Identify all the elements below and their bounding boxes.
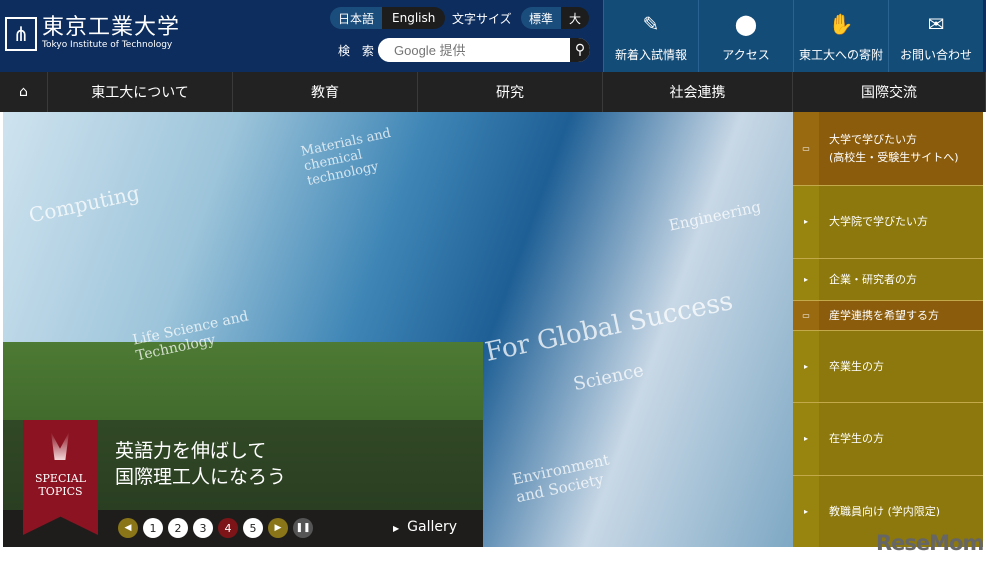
audience-sublabel: (高校生・受験生サイトへ)	[829, 150, 959, 164]
home-icon: ⌂	[19, 84, 28, 100]
overlay-word: Engineering	[667, 197, 763, 235]
quick-links: ✎ 新着入試情報 ⬤ アクセス ✋ 東工大への寄附 ✉ お問い合わせ	[603, 0, 983, 72]
quick-link-admissions[interactable]: ✎ 新着入試情報	[603, 0, 698, 72]
slide-dot-2[interactable]: 2	[168, 518, 188, 538]
badge-line: SPECIAL	[35, 472, 86, 485]
audience-label: 産学連携を希望する方	[829, 308, 939, 322]
search-box: ⚲	[378, 38, 590, 62]
quick-link-donation[interactable]: ✋ 東工大への寄附	[793, 0, 888, 72]
nav-research[interactable]: 研究	[418, 72, 603, 112]
quick-link-label: 東工大への寄附	[798, 48, 883, 62]
audience-label: 在学生の方	[829, 432, 884, 445]
pencil-icon: ✎	[642, 12, 660, 36]
nav-international[interactable]: 国際交流	[793, 72, 986, 112]
spotlight-icon	[51, 432, 69, 460]
map-pin-icon: ⬤	[734, 12, 758, 36]
audience-item-undergrad[interactable]: ▭ 大学で学びたい方 (高校生・受験生サイトへ)	[793, 112, 983, 186]
slide-title-line: 国際理工人になろう	[115, 466, 287, 488]
quick-link-label: お問い合わせ	[899, 48, 972, 62]
pause-button[interactable]: ❚❚	[293, 518, 313, 538]
triangle-right-icon: ▸	[793, 403, 819, 475]
slide-dot-4[interactable]: 4	[218, 518, 238, 538]
audience-label: 大学院で学びたい方	[829, 215, 928, 228]
slide-pager: ◀ 1 2 3 4 5 ▶ ❚❚	[118, 518, 313, 538]
audience-item-students[interactable]: ▸ 在学生の方	[793, 403, 983, 476]
next-slide-button[interactable]: ▶	[268, 518, 288, 538]
triangle-right-icon: ▸	[793, 476, 819, 547]
audience-label: 企業・研究者の方	[829, 272, 917, 286]
quick-link-access[interactable]: ⬤ アクセス	[698, 0, 793, 72]
search-input[interactable]	[378, 38, 570, 62]
external-window-icon: ▭	[793, 112, 819, 185]
language-switch: 日本語 English	[330, 7, 446, 29]
gallery-label: Gallery	[407, 519, 458, 535]
main-nav: ⌂ 東工大について 教育 研究 社会連携 国際交流	[0, 72, 986, 112]
audience-item-graduate[interactable]: ▸ 大学院で学びたい方	[793, 186, 983, 259]
search-label: 検 索	[338, 44, 378, 58]
lang-japanese[interactable]: 日本語	[330, 7, 383, 29]
quick-link-label: 新着入試情報	[614, 48, 687, 62]
font-size-large[interactable]: 大	[561, 7, 590, 29]
logo-english: Tokyo Institute of Technology	[42, 40, 173, 50]
nav-about[interactable]: 東工大について	[48, 72, 233, 112]
gallery-link[interactable]: ▶ Gallery	[393, 519, 457, 535]
handshake-icon: ✋	[828, 12, 854, 36]
slide-dot-1[interactable]: 1	[143, 518, 163, 538]
audience-label: 教職員向け (学内限定)	[829, 504, 941, 518]
slide-title[interactable]: 英語力を伸ばして 国際理工人になろう	[115, 438, 286, 490]
lang-english[interactable]: English	[382, 7, 446, 29]
triangle-right-icon: ▸	[793, 331, 819, 402]
logo-japanese: 東京工業大学	[42, 15, 181, 40]
audience-item-alumni[interactable]: ▸ 卒業生の方	[793, 331, 983, 403]
quick-link-label: アクセス	[722, 48, 770, 62]
triangle-right-icon: ▸	[793, 186, 819, 258]
nav-home[interactable]: ⌂	[0, 72, 48, 112]
font-size-normal[interactable]: 標準	[521, 7, 562, 29]
header: ⋔ 東京工業大学 Tokyo Institute of Technology 日…	[0, 0, 986, 72]
prev-slide-button[interactable]: ◀	[118, 518, 138, 538]
nav-partnership[interactable]: 社会連携	[603, 72, 793, 112]
audience-menu: ▭ 大学で学びたい方 (高校生・受験生サイトへ) ▸ 大学院で学びたい方 ▸ 企業・研究…	[793, 112, 983, 547]
audience-label: 卒業生の方	[829, 359, 884, 373]
overlay-word: Environment and Society	[510, 450, 611, 507]
watermark: ReseMom	[876, 531, 984, 555]
overlay-word: Materials and chemical technology	[299, 125, 393, 189]
external-window-icon: ▭	[793, 301, 819, 330]
font-size-label: 文字サイズ	[452, 12, 512, 26]
slide-title-line: 英語力を伸ばして	[115, 440, 267, 462]
triangle-right-icon: ▶	[393, 524, 400, 533]
badge-line: TOPICS	[38, 485, 83, 498]
audience-item-business[interactable]: ▸ 企業・研究者の方	[793, 259, 983, 301]
overlay-word: For Global Success	[482, 286, 736, 368]
audience-item-industry[interactable]: ▭ 産学連携を希望する方	[793, 301, 983, 331]
font-size-switch: 標準 大	[521, 7, 590, 29]
mail-icon: ✉	[927, 12, 945, 36]
search-button[interactable]: ⚲	[570, 38, 590, 62]
overlay-word: Science	[571, 359, 646, 396]
nav-education[interactable]: 教育	[233, 72, 418, 112]
overlay-word: Computing	[26, 180, 142, 228]
search-icon: ⚲	[574, 42, 586, 58]
swallow-logo-icon: ⋔	[5, 16, 37, 51]
quick-link-contact[interactable]: ✉ お問い合わせ	[888, 0, 983, 72]
special-topics-panel: SPECIAL TOPICS 英語力を伸ばして 国際理工人になろう ◀ 1 2 …	[3, 420, 483, 547]
slide-dot-3[interactable]: 3	[193, 518, 213, 538]
triangle-right-icon: ▸	[793, 259, 819, 300]
logo[interactable]: ⋔ 東京工業大学 Tokyo Institute of Technology	[5, 16, 180, 51]
slide-dot-5[interactable]: 5	[243, 518, 263, 538]
audience-label: 大学で学びたい方	[829, 132, 917, 146]
